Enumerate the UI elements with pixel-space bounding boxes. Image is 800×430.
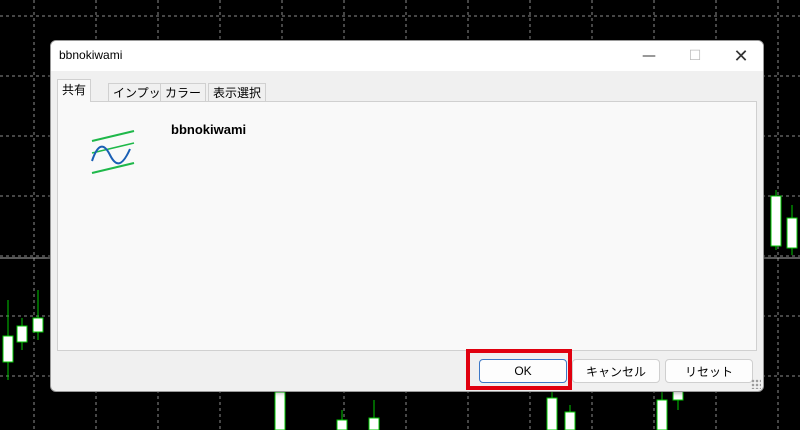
window-title: bbnokiwami: [59, 48, 123, 62]
candle-body: [274, 391, 286, 430]
candle-body: [16, 325, 28, 343]
ok-button[interactable]: OK: [479, 359, 567, 383]
candle-body: [564, 411, 576, 430]
tab-panel-common: bbnokiwami: [57, 101, 757, 351]
resize-grip[interactable]: [751, 379, 761, 389]
candle-body: [770, 195, 782, 247]
indicator-properties-dialog: bbnokiwami — ☐ ✕ 共有 インプット カラー 表示選択 bbnok…: [50, 40, 764, 392]
cancel-button[interactable]: キャンセル: [572, 359, 660, 383]
candle-body: [368, 417, 380, 430]
tab-common[interactable]: 共有: [57, 79, 92, 102]
candle-body: [546, 397, 558, 430]
candle-body: [336, 419, 348, 430]
maximize-icon[interactable]: ☐: [672, 41, 718, 71]
candle-body: [32, 317, 44, 333]
minimize-icon[interactable]: —: [626, 41, 672, 71]
tab-visualization[interactable]: 表示選択: [208, 83, 267, 102]
tab-colors[interactable]: カラー: [160, 83, 207, 102]
indicator-name: bbnokiwami: [171, 122, 247, 137]
candle-body: [786, 217, 798, 249]
bollinger-bands-icon: [91, 130, 135, 174]
candle-body: [2, 335, 14, 363]
title-bar[interactable]: bbnokiwami — ☐ ✕: [51, 41, 763, 71]
reset-button[interactable]: リセット: [665, 359, 753, 383]
close-icon[interactable]: ✕: [718, 41, 763, 71]
candle-body: [656, 399, 668, 430]
